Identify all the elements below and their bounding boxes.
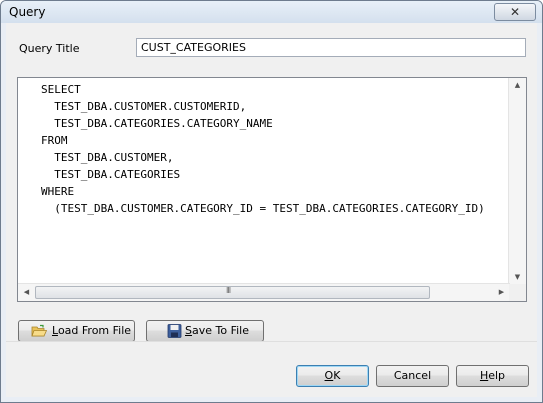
sql-line: TEST_DBA.CATEGORIES <box>41 168 181 181</box>
ok-button[interactable]: OK <box>296 365 369 387</box>
scroll-left-icon[interactable]: ◀ <box>18 288 35 296</box>
scroll-down-icon[interactable]: ▼ <box>509 273 526 281</box>
sql-line: WHERE <box>41 185 75 198</box>
title-bar[interactable]: Query ✕ <box>1 1 542 23</box>
scroll-up-icon[interactable]: ▲ <box>509 81 526 89</box>
sql-line: TEST_DBA.CUSTOMER, <box>41 151 174 164</box>
load-from-file-button[interactable]: Load From File <box>18 320 135 342</box>
save-button-label: Save To File <box>185 321 249 341</box>
scroll-right-icon[interactable]: ▶ <box>493 288 510 296</box>
cancel-label: Cancel <box>393 369 432 382</box>
query-dialog: Query ✕ Query Title CUST_CATEGORIES SELE… <box>0 0 543 403</box>
folder-open-icon <box>31 324 47 337</box>
query-title-input[interactable]: CUST_CATEGORIES <box>136 38 526 57</box>
sql-line: TEST_DBA.CATEGORIES.CATEGORY_NAME <box>41 117 273 130</box>
dialog-body: Query Title CUST_CATEGORIES SELECT TEST_… <box>6 23 537 397</box>
horizontal-scroll-thumb[interactable]: III <box>35 286 430 299</box>
sql-line: SELECT <box>41 83 81 96</box>
help-button[interactable]: Help <box>456 365 529 387</box>
save-to-file-button[interactable]: Save To File <box>146 320 264 342</box>
load-label-rest: oad From File <box>57 324 132 337</box>
sql-text-area[interactable]: SELECT TEST_DBA.CUSTOMER.CUSTOMERID, TES… <box>18 78 510 284</box>
ok-label-rest: K <box>333 369 341 382</box>
dialog-footer: OK Cancel Help <box>6 341 537 397</box>
sql-line: FROM <box>41 134 68 147</box>
save-mnemonic: S <box>185 324 192 337</box>
scrollbar-corner <box>509 284 526 301</box>
help-label-rest: elp <box>488 369 506 382</box>
sql-editor[interactable]: SELECT TEST_DBA.CUSTOMER.CUSTOMERID, TES… <box>17 77 527 302</box>
close-icon: ✕ <box>509 5 521 19</box>
floppy-disk-icon <box>167 324 182 338</box>
query-title-label: Query Title <box>19 42 80 55</box>
ok-mnemonic: O <box>324 369 334 382</box>
save-label-rest: ave To File <box>191 324 249 337</box>
window-title: Query <box>9 5 46 19</box>
close-button[interactable]: ✕ <box>494 3 536 21</box>
sql-line: TEST_DBA.CUSTOMER.CUSTOMERID, <box>41 100 247 113</box>
sql-line: (TEST_DBA.CUSTOMER.CATEGORY_ID = TEST_DB… <box>41 202 485 215</box>
cancel-button[interactable]: Cancel <box>376 365 449 387</box>
help-mnemonic: H <box>479 369 489 382</box>
horizontal-scrollbar[interactable]: ◀ III ▶ <box>18 283 510 301</box>
vertical-scrollbar[interactable]: ▲ ▼ <box>508 78 526 284</box>
load-button-label: Load From File <box>52 321 131 341</box>
scroll-grip-icon: III <box>226 286 231 295</box>
